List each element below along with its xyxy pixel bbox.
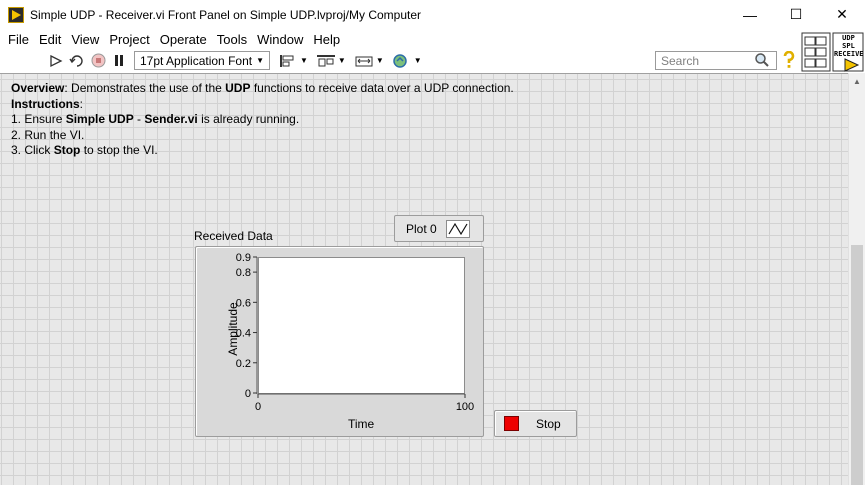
- menu-tools[interactable]: Tools: [212, 32, 252, 47]
- reorder-icon[interactable]: ▼: [392, 53, 422, 69]
- vi-icon-area: UDP SPL RECEIVE: [800, 31, 865, 73]
- menu-edit[interactable]: Edit: [34, 32, 66, 47]
- stop-button-label: Stop: [536, 416, 561, 431]
- x-axis-label: Time: [348, 417, 375, 431]
- chevron-down-icon: ▼: [256, 56, 264, 65]
- pause-icon[interactable]: [110, 52, 128, 70]
- vertical-scrollbar[interactable]: ▲: [848, 73, 865, 485]
- y-axis-label: Amplitude: [226, 302, 240, 356]
- maximize-button[interactable]: ☐: [773, 0, 819, 29]
- font-select-value: 17pt Application Font: [140, 53, 253, 68]
- title-bar: Simple UDP - Receiver.vi Front Panel on …: [0, 0, 865, 29]
- distribute-objects-icon[interactable]: ▼: [316, 54, 346, 68]
- scrollbar-thumb[interactable]: [851, 245, 863, 485]
- front-panel: Overview: Demonstrates the use of the UD…: [0, 73, 848, 485]
- y-tick-label: 0.9: [236, 252, 251, 264]
- run-continuously-icon[interactable]: [68, 52, 86, 70]
- menu-operate[interactable]: Operate: [155, 32, 212, 47]
- y-tick-label: 0.2: [236, 358, 251, 370]
- x-tick-label: 0: [255, 401, 261, 413]
- menu-window[interactable]: Window: [252, 32, 308, 47]
- menu-bar: File Edit View Project Operate Tools Win…: [0, 29, 800, 49]
- search-icon[interactable]: [754, 52, 770, 68]
- run-arrow-icon[interactable]: [47, 52, 65, 70]
- vi-icon-text: UDP SPL RECEIVE: [834, 34, 864, 58]
- stop-led-indicator: [504, 416, 519, 431]
- menu-file[interactable]: File: [3, 32, 34, 47]
- menu-project[interactable]: Project: [104, 32, 154, 47]
- y-tick-label: 0: [245, 388, 251, 400]
- stop-button[interactable]: Stop: [494, 410, 577, 437]
- abort-icon[interactable]: [89, 52, 107, 70]
- graph-axes: 00.20.40.60.80.90 100: [236, 252, 474, 413]
- search-placeholder: Search: [661, 53, 700, 68]
- font-select[interactable]: 17pt Application Font ▼: [134, 51, 270, 70]
- toolbar: 17pt Application Font ▼ ▼ ▼ ▼ ▼ Search: [0, 49, 800, 72]
- scroll-up-icon[interactable]: ▲: [853, 77, 861, 86]
- menu-help[interactable]: Help: [308, 32, 345, 47]
- resize-objects-icon[interactable]: ▼: [354, 54, 384, 68]
- close-button[interactable]: ✕: [819, 0, 865, 29]
- menu-view[interactable]: View: [66, 32, 104, 47]
- window-title: Simple UDP - Receiver.vi Front Panel on …: [30, 7, 422, 22]
- y-tick-label: 0.8: [236, 267, 251, 279]
- minimize-button[interactable]: —: [727, 0, 773, 29]
- labview-app-icon: [8, 6, 24, 23]
- x-tick-label: 100: [456, 401, 474, 413]
- help-icon[interactable]: [782, 50, 796, 69]
- align-objects-icon[interactable]: ▼: [278, 54, 308, 68]
